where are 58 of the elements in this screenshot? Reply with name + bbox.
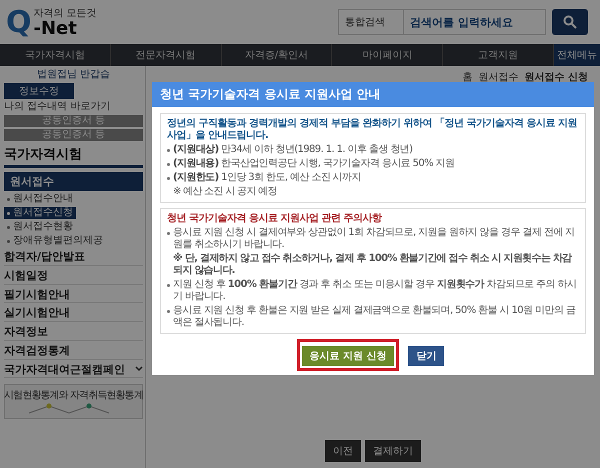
breadcrumb-link[interactable]: 원서접수 신청 [524, 70, 588, 84]
notice-title: 청년 국가기술자격 응시료 지원사업 관련 주의사항 [167, 213, 383, 225]
info-note: ※ 예산 소진 시 공지 예정 [173, 186, 278, 198]
sidebar-link[interactable]: 자격정보 [4, 324, 143, 341]
submenu-item[interactable]: 원서접수안내 [4, 193, 76, 205]
submenu-item[interactable]: 원서접수현황 [4, 221, 76, 233]
close-button[interactable]: 닫기 [408, 346, 444, 366]
nav-item[interactable]: 전문자격시험 [110, 44, 222, 66]
breadcrumb-link[interactable]: 원서접수 [478, 70, 519, 84]
submenu-item[interactable]: 장애유형별편의제공 [4, 235, 106, 247]
nav-item[interactable]: 국가자격시험 [0, 44, 111, 66]
menu-title: 원서접수 [4, 172, 143, 191]
notice-note: ※ 단, 결제하지 않고 접수 취소하거나, 결제 후 100% 환불기간에 접수 취소 시 지원횟수는 차감되지 않습니다. [173, 253, 573, 277]
certificate-button[interactable]: 공동인증서 등 [4, 115, 143, 127]
notice-item: 응시료 지원 신청 후 환불은 지원 받은 실제 결제금액으로 환불되며, 50% 환불 시 10원 미만의 금액은 절사됩니다. [173, 305, 576, 329]
bullet-icon [167, 149, 170, 152]
search-button[interactable] [552, 9, 588, 35]
bullet-icon [167, 284, 170, 287]
stats-card[interactable]: 시험현황통계와 자격취득현황통계 [4, 384, 143, 420]
sidebar-link[interactable]: 국가자격대여근절캠페인 [4, 362, 143, 378]
breadcrumb-link[interactable]: 홈 [462, 70, 473, 84]
info-item: (지원한도) 1인당 3회 한도, 예산 소진 시까지 [173, 172, 361, 184]
edit-info-button[interactable]: 정보수정 [4, 83, 74, 99]
certificate-button[interactable]: 공동인증서 등 [4, 129, 143, 141]
apply-button[interactable]: 응시료 지원 신청 [302, 346, 394, 366]
bullet-icon [7, 226, 10, 228]
bullet-icon [167, 232, 170, 235]
info-lead: 정년의 구직활동과 경력개발의 경제적 부담을 완화하기 위하여 「정년 국가기술자격 응시료 지원사업」을 안내드립니다. [167, 118, 578, 142]
bullet-icon [167, 163, 170, 166]
section-title: 국가자격시험 [4, 143, 143, 168]
page-button[interactable]: 이전 [325, 440, 361, 462]
submenu-item[interactable]: 원서접수신청 [4, 207, 76, 219]
notice-item: 응시료 지원 신청 시 결제여부와 상관없이 1회 차감되므로, 지원을 원하지 않을 경우 결제 전에 지원를 취소하시기 바랍니다. [173, 227, 576, 251]
bullet-icon [7, 240, 10, 242]
nav-item[interactable]: 자격증/확인서 [222, 44, 332, 66]
nav-item[interactable]: 마이페이지 [332, 44, 444, 66]
greeting-text: 법원접님 반갑습 [36, 69, 112, 81]
search-scope-dropdown[interactable]: 통합검색 [338, 9, 404, 35]
sidebar-link[interactable]: 합격자/답안발표 [4, 249, 143, 266]
all-menu-button[interactable]: 전체메뉴 [554, 44, 600, 66]
info-item: (지원내용) 한국산업인력공단 시행, 국가기술자격 응시료 50% 지원 [173, 158, 454, 170]
info-item: (지원대상) 만34세 이하 청년(1989. 1. 1. 이후 출생 청년) [173, 144, 412, 156]
sidebar-link[interactable]: 실기시험안내 [4, 305, 143, 322]
chevron-icon [135, 366, 143, 372]
bullet-icon [7, 212, 10, 214]
history-link[interactable]: 나의 접수내역 바로가기 [4, 101, 143, 113]
modal-title: 청년 국가기술자격 응시료 지원사업 안내 [152, 82, 594, 107]
notice-item: 지원 신청 후 100% 환불기간 경과 후 취소 또는 미응시할 경우 지원횟수가 차감되므로 주의 하시기 바랍니다. [173, 279, 578, 303]
sidebar-link[interactable]: 필기시험안내 [4, 286, 143, 304]
search-icon [563, 15, 577, 29]
card-title: 시험현황통계와 자격취득현황통계 [4, 389, 143, 402]
bullet-icon [7, 198, 10, 200]
search-field[interactable]: 검색어를 입력하세요 [404, 9, 546, 35]
bullet-icon [167, 177, 170, 180]
page-button[interactable]: 결제하기 [365, 440, 421, 462]
sidebar-link[interactable]: 자격검정통계 [4, 342, 143, 360]
bullet-icon [167, 310, 170, 313]
sidebar-link[interactable]: 시험일정 [4, 268, 143, 284]
